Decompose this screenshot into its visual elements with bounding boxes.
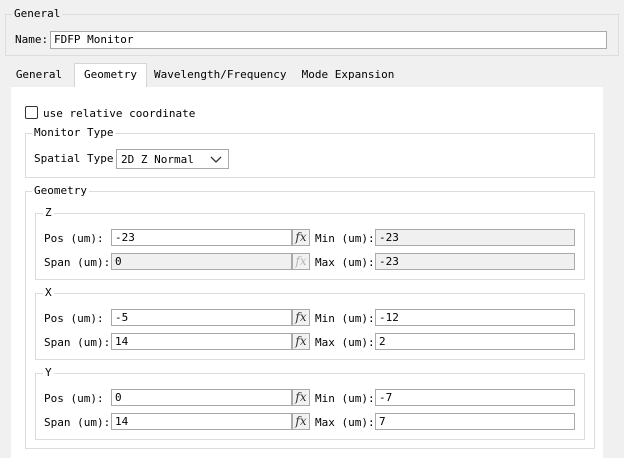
spatial-type-value: 2D Z Normal [121,153,194,166]
x-span-input[interactable]: 14 [111,333,292,350]
general-group-title: General [12,7,63,20]
chevron-down-icon [210,156,222,163]
use-relative-coordinate-checkbox[interactable] [25,106,38,119]
z-max-label: Max (um): [315,256,375,269]
z-pos-input[interactable]: -23 [111,229,292,246]
tab-mode-expansion[interactable]: Mode Expansion [296,64,400,86]
y-span-label: Span (um): [44,416,111,429]
y-pos-fx-button[interactable]: fx [292,389,310,406]
x-pos-fx-button[interactable]: fx [292,309,310,326]
z-pos-label: Pos (um): [44,232,104,245]
y-title: Y [43,366,54,379]
x-pos-label: Pos (um): [44,312,104,325]
y-pos-label: Pos (um): [44,392,104,405]
z-span-label: Span (um): [44,256,111,269]
z-title: Z [43,206,54,219]
y-max-label: Max (um): [315,416,375,429]
z-max-input[interactable]: -23 [375,253,575,270]
x-min-input[interactable]: -12 [375,309,575,326]
z-min-input[interactable]: -23 [375,229,575,246]
x-max-input[interactable]: 2 [375,333,575,350]
tab-geometry[interactable]: Geometry [74,63,147,87]
z-span-input[interactable]: 0 [111,253,292,270]
y-min-label: Min (um): [315,392,375,405]
x-span-fx-button[interactable]: fx [292,333,310,350]
use-relative-coordinate-label: use relative coordinate [43,107,196,120]
tab-wavelength-frequency[interactable]: Wavelength/Frequency [154,64,286,86]
z-span-fx-button[interactable]: fx [292,253,310,270]
y-pos-input[interactable]: 0 [111,389,292,406]
spatial-type-label: Spatial Type: [34,152,121,165]
z-pos-fx-button[interactable]: fx [292,229,310,246]
name-label: Name: [15,33,49,46]
y-span-fx-button[interactable]: fx [292,413,310,430]
x-max-label: Max (um): [315,336,375,349]
y-min-input[interactable]: -7 [375,389,575,406]
monitor-type-title: Monitor Type [32,126,116,139]
x-min-label: Min (um): [315,312,375,325]
geometry-tab-panel: use relative coordinate Monitor Type Spa… [11,87,603,458]
spatial-type-dropdown[interactable]: 2D Z Normal [116,149,229,169]
y-span-input[interactable]: 14 [111,413,292,430]
tab-general[interactable]: General [11,64,67,86]
x-span-label: Span (um): [44,336,111,349]
y-max-input[interactable]: 7 [375,413,575,430]
z-min-label: Min (um): [315,232,375,245]
name-input[interactable]: FDFP Monitor [50,31,607,49]
geometry-title: Geometry [32,184,89,197]
x-pos-input[interactable]: -5 [111,309,292,326]
x-title: X [43,286,54,299]
